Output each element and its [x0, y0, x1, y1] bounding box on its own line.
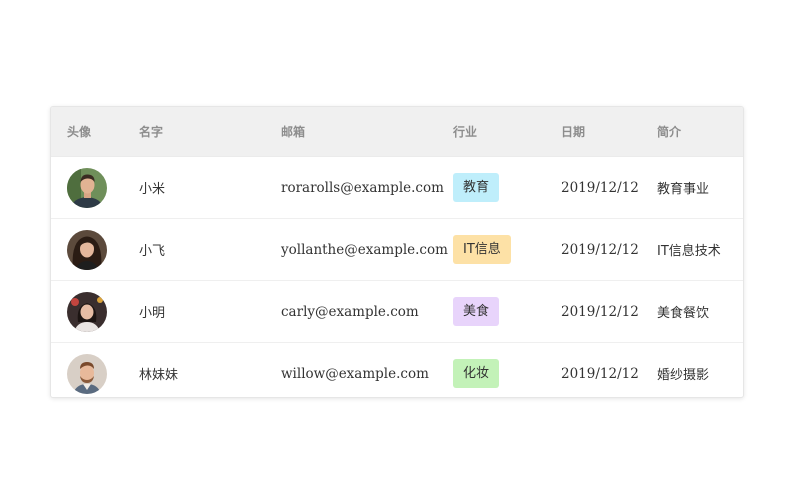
- industry-tag: IT信息: [453, 235, 511, 264]
- intro-cell: 美食餐饮: [657, 306, 710, 321]
- avatar-icon[interactable]: [67, 229, 107, 270]
- avatar-icon[interactable]: [67, 353, 107, 394]
- table-header: 头像 名字 邮箱 行业 日期 简介: [51, 107, 743, 157]
- column-header-avatar[interactable]: 头像: [67, 107, 91, 156]
- email-cell: yollanthe@example.com: [281, 241, 448, 258]
- date-cell: 2019/12/12: [561, 241, 639, 258]
- intro-cell: 教育事业: [657, 182, 710, 197]
- column-header-email[interactable]: 邮箱: [281, 107, 305, 156]
- avatar-icon[interactable]: [67, 167, 107, 208]
- date-cell: 2019/12/12: [561, 179, 639, 196]
- industry-tag: 教育: [453, 173, 500, 202]
- industry-tag: 美食: [453, 297, 500, 326]
- email-cell: rorarolls@example.com: [281, 179, 444, 196]
- name-cell: 小明: [139, 306, 166, 321]
- avatar-icon[interactable]: [67, 291, 107, 332]
- table-row[interactable]: 小明 carly@example.com 美食 2019/12/12 美食餐饮: [51, 281, 743, 343]
- date-cell: 2019/12/12: [561, 303, 639, 320]
- column-header-date[interactable]: 日期: [561, 107, 585, 156]
- email-cell: willow@example.com: [281, 365, 429, 382]
- email-cell: carly@example.com: [281, 303, 419, 320]
- column-header-intro[interactable]: 简介: [657, 107, 681, 156]
- user-table: 头像 名字 邮箱 行业 日期 简介 小米 rorarolls@example.c…: [50, 106, 744, 398]
- date-cell: 2019/12/12: [561, 365, 639, 382]
- name-cell: 小米: [139, 182, 166, 197]
- column-header-industry[interactable]: 行业: [453, 107, 477, 156]
- intro-cell: 婚纱摄影: [657, 368, 710, 383]
- table-row[interactable]: 小飞 yollanthe@example.com IT信息 2019/12/12…: [51, 219, 743, 281]
- name-cell: 林妹妹: [139, 368, 179, 383]
- name-cell: 小飞: [139, 244, 166, 259]
- intro-cell: IT信息技术: [657, 244, 721, 259]
- table-row[interactable]: 林妹妹 willow@example.com 化妆 2019/12/12 婚纱摄…: [51, 343, 743, 397]
- industry-tag: 化妆: [453, 359, 500, 388]
- table-row[interactable]: 小米 rorarolls@example.com 教育 2019/12/12 教…: [51, 157, 743, 219]
- column-header-name[interactable]: 名字: [139, 107, 163, 156]
